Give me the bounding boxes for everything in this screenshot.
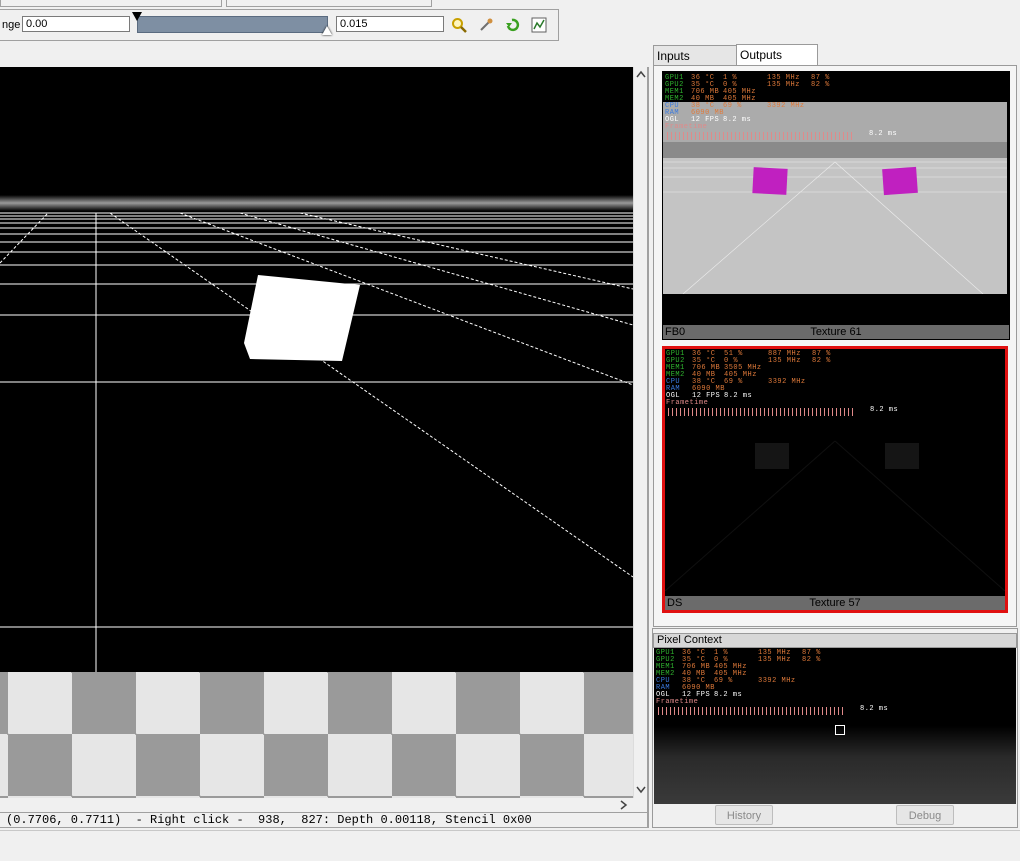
pixel-context-title: Pixel Context (653, 633, 1017, 648)
tab-outputs[interactable]: Outputs (736, 44, 818, 66)
texture-viewport[interactable] (0, 67, 633, 672)
top-tab-stub-left (0, 0, 222, 7)
frametime-value: 8.2 ms (860, 705, 889, 713)
frametime-label: Frametime (656, 698, 699, 706)
hud-cell: 3392 MHz (758, 677, 796, 685)
tab-inputs[interactable]: Inputs (653, 45, 737, 65)
pixel-context-view[interactable]: GPU1 36 °C 1 % 135 MHz 87 % GPU2 35 °C 0 % 135 M… (654, 648, 1016, 804)
hud-cell: 82 % (812, 357, 831, 365)
range-label: nge (2, 19, 21, 31)
frametime-graph (668, 408, 854, 416)
histogram-icon[interactable] (530, 16, 548, 34)
chevron-up-icon[interactable] (636, 69, 646, 81)
frametime-value: 8.2 ms (870, 406, 899, 414)
pixel-context-gradient (654, 726, 1016, 804)
history-button[interactable]: History (715, 805, 773, 825)
horizon-haze (0, 195, 633, 211)
thumbnail-ds-texture: Texture 57 (809, 597, 861, 609)
hud-cell: 135 MHz (768, 357, 801, 365)
frametime-value: 8.2 ms (869, 130, 898, 138)
frametime-graph (667, 132, 853, 140)
chevron-down-icon[interactable] (636, 785, 646, 797)
thumbnail-ds-image (665, 440, 1005, 591)
thumbnail-fb0-texture: Texture 61 (810, 326, 862, 338)
hud-cell: 8.2 ms (724, 392, 753, 400)
hud-cell: 135 MHz (767, 81, 800, 89)
hud-cell: 82 % (811, 81, 830, 89)
range-slider-min-handle[interactable] (132, 12, 142, 21)
range-toolbar: nge (0, 9, 559, 41)
thumbnail-fb0[interactable]: GPU1 36 °C 1 % 135 MHz 87 % GPU2 35 °C 0 % 135 M… (662, 71, 1010, 340)
pixel-cursor-marker (835, 725, 845, 735)
hud-cell: 69 % (723, 102, 742, 110)
hud-cell: 69 % (714, 677, 733, 685)
eyedropper-icon[interactable] (477, 16, 495, 34)
top-tab-stub-right (226, 0, 432, 7)
undo-arrow-icon[interactable] (503, 16, 521, 34)
magnifier-icon[interactable] (450, 16, 468, 34)
hud-cell: 135 MHz (758, 656, 791, 664)
hud-cell: 8.2 ms (714, 691, 743, 699)
debug-button[interactable]: Debug (896, 805, 954, 825)
thumbnail-ds-label-bar: DS Texture 57 (665, 596, 1005, 610)
thumbnail-ds[interactable]: GPU1 36 °C 51 % 887 MHz 87 % GPU2 35 °C 0 % 135 … (662, 346, 1008, 613)
white-cube (244, 275, 360, 361)
viewport-scene (0, 195, 633, 672)
hud-cell: 3392 MHz (767, 102, 805, 110)
bottom-strip (0, 830, 1020, 861)
frametime-label: Frametime (666, 399, 709, 407)
hud-cell: 3392 MHz (768, 378, 806, 386)
range-slider-max-handle[interactable] (322, 26, 332, 35)
magenta-cube-right (882, 166, 918, 196)
frametime-label: Frametime (665, 123, 708, 131)
hud-cell: 82 % (802, 656, 821, 664)
thumbnail-fb0-label-bar: FB0 Texture 61 (663, 325, 1009, 339)
viewport-vertical-scrollbar[interactable] (633, 67, 648, 798)
range-slider-track[interactable] (137, 16, 328, 33)
hud-cell: 8.2 ms (723, 116, 752, 124)
status-bar: (0.7706, 0.7711) - Right click - 938, 82… (0, 812, 647, 828)
viewport-horizontal-scrollbar[interactable] (0, 798, 647, 812)
pane-divider[interactable] (647, 67, 649, 828)
thumbnail-fb0-image (663, 102, 1007, 294)
range-max-input[interactable] (336, 16, 444, 32)
magenta-cube-left (752, 167, 788, 195)
range-min-input[interactable] (22, 16, 130, 32)
frametime-graph (658, 707, 844, 715)
checkerboard-background (0, 672, 633, 798)
hud-cell: 69 % (724, 378, 743, 386)
